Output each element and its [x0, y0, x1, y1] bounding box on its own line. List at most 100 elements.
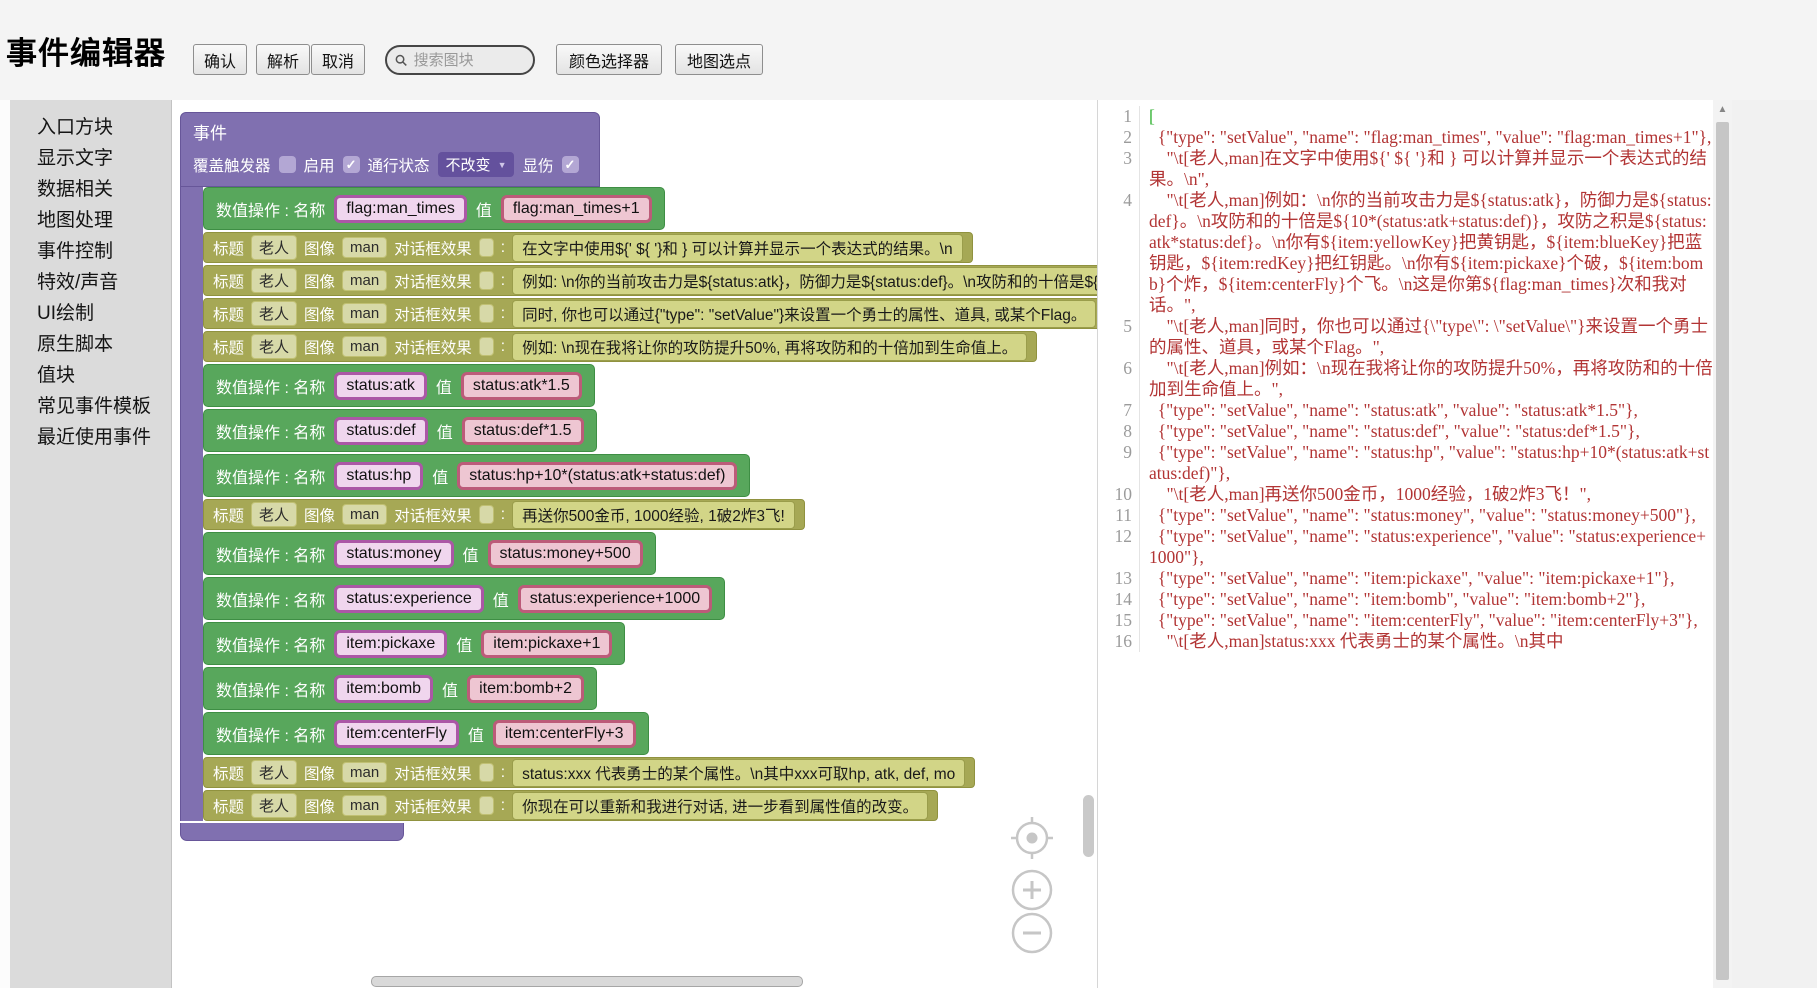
name-slot[interactable]: status:atk	[334, 372, 426, 400]
value-slot[interactable]: item:pickaxe+1	[481, 630, 612, 658]
dialog-text-field[interactable]: status:xxx 代表勇士的某个属性。\n其中xxx可取hp, atk, d…	[512, 759, 965, 787]
setvalue-block[interactable]: 数值操作 : 名称status:def值status:def*1.5	[203, 409, 597, 452]
dialog-text-field[interactable]: 同时, 你也可以通过{"type": "setValue"}来设置一个勇士的属性…	[512, 300, 1096, 328]
value-slot[interactable]: item:bomb+2	[467, 675, 584, 703]
dialog-text-field[interactable]: 在文字中使用${' ${ '}和 } 可以计算并显示一个表达式的结果。\n	[512, 234, 963, 262]
name-slot[interactable]: item:bomb	[334, 675, 433, 703]
color-picker-button[interactable]: 颜色选择器	[556, 44, 662, 75]
checkbox-checked[interactable]: ✓	[343, 156, 360, 173]
setvalue-block[interactable]: 数值操作 : 名称flag:man_times值flag:man_times+1	[203, 187, 665, 230]
code-line: 3 "\t[老人,man]在文字中使用${' ${ '}和 } 可以计算并显示一…	[1098, 148, 1713, 190]
dialog-image-chip[interactable]: man	[342, 303, 387, 324]
name-slot[interactable]: status:def	[334, 417, 427, 445]
dialog-title-chip[interactable]: 老人	[251, 502, 297, 527]
setvalue-block[interactable]: 数值操作 : 名称status:hp值status:hp+10*(status:…	[203, 454, 750, 497]
value-slot[interactable]: status:def*1.5	[462, 417, 584, 445]
dialog-block[interactable]: 标题老人图像man对话框效果:例如: \n现在我将让你的攻防提升50%, 再将攻…	[203, 331, 1037, 362]
sidebar-item[interactable]: 数据相关	[10, 174, 171, 205]
map-pick-button[interactable]: 地图选点	[675, 44, 763, 75]
setvalue-block[interactable]: 数值操作 : 名称item:bomb值item:bomb+2	[203, 667, 597, 710]
search-input[interactable]	[412, 51, 525, 70]
setvalue-block[interactable]: 数值操作 : 名称status:money值status:money+500	[203, 532, 656, 575]
dialog-title-chip[interactable]: 老人	[251, 793, 297, 818]
setvalue-block[interactable]: 数值操作 : 名称item:pickaxe值item:pickaxe+1	[203, 622, 625, 665]
workspace-horizontal-scrollbar[interactable]	[371, 976, 803, 987]
sidebar-item[interactable]: 事件控制	[10, 236, 171, 267]
dialog-effect-chip[interactable]	[479, 337, 494, 356]
zoom-out-button[interactable]	[1010, 911, 1054, 955]
dialog-title-chip[interactable]: 老人	[251, 235, 297, 260]
setvalue-block[interactable]: 数值操作 : 名称status:experience值status:experi…	[203, 577, 725, 620]
checkbox-checked[interactable]: ✓	[562, 156, 579, 173]
value-slot[interactable]: status:atk*1.5	[461, 372, 582, 400]
cancel-button[interactable]: 取消	[311, 44, 365, 75]
checkbox-unchecked[interactable]	[279, 156, 296, 173]
dialog-image-chip[interactable]: man	[342, 270, 387, 291]
dialog-effect-chip[interactable]	[479, 505, 494, 524]
sidebar-item[interactable]: 最近使用事件	[10, 422, 171, 453]
sidebar-item[interactable]: 常见事件模板	[10, 391, 171, 422]
sidebar-item[interactable]: 入口方块	[10, 112, 171, 143]
name-slot[interactable]: status:hp	[334, 462, 423, 490]
name-slot[interactable]: item:centerFly	[334, 720, 458, 748]
trigger-state-dropdown[interactable]: 不改变▼	[438, 152, 515, 177]
dialog-effect-chip[interactable]	[479, 796, 494, 815]
dialog-title-chip[interactable]: 老人	[251, 334, 297, 359]
setvalue-block[interactable]: 数值操作 : 名称status:atk值status:atk*1.5	[203, 364, 595, 407]
setvalue-block[interactable]: 数值操作 : 名称item:centerFly值item:centerFly+3	[203, 712, 649, 755]
dialog-title-chip[interactable]: 老人	[251, 268, 297, 293]
code-text: {"type": "setValue", "name": "status:exp…	[1140, 526, 1713, 568]
dialog-text-field[interactable]: 再送你500金币, 1000经验, 1破2炸3飞!	[512, 501, 795, 529]
sidebar-item[interactable]: 地图处理	[10, 205, 171, 236]
scroll-up-arrow-icon[interactable]: ▲	[1713, 100, 1732, 119]
value-slot[interactable]: status:money+500	[488, 540, 643, 568]
dialog-effect-chip[interactable]	[479, 238, 494, 257]
dialog-image-chip[interactable]: man	[342, 504, 387, 525]
parse-button[interactable]: 解析	[256, 44, 310, 75]
dialog-block[interactable]: 标题老人图像man对话框效果:在文字中使用${' ${ '}和 } 可以计算并显…	[203, 232, 973, 263]
dialog-effect-chip[interactable]	[479, 271, 494, 290]
dialog-block[interactable]: 标题老人图像man对话框效果:你现在可以重新和我进行对话, 进一步看到属性值的改…	[203, 790, 938, 821]
sidebar-item[interactable]: 值块	[10, 360, 171, 391]
sidebar-item[interactable]: 特效/声音	[10, 267, 171, 298]
zoom-reset-button[interactable]	[1010, 816, 1054, 860]
dialog-image-chip[interactable]: man	[342, 795, 387, 816]
sidebar-item[interactable]: 原生脚本	[10, 329, 171, 360]
dialog-effect-chip[interactable]	[479, 763, 494, 782]
code-scrollbar-thumb[interactable]	[1716, 122, 1729, 980]
dialog-block[interactable]: 标题老人图像man对话框效果:例如: \n你的当前攻击力是${status:at…	[203, 265, 1097, 296]
json-code-editor[interactable]: 1[2 {"type": "setValue", "name": "flag:m…	[1097, 100, 1713, 988]
workspace-vertical-scrollbar[interactable]	[1083, 795, 1094, 857]
dialog-title-chip[interactable]: 老人	[251, 760, 297, 785]
value-slot[interactable]: status:hp+10*(status:atk+status:def)	[457, 462, 737, 490]
sidebar-item[interactable]: 显示文字	[10, 143, 171, 174]
dialog-text-field[interactable]: 例如: \n现在我将让你的攻防提升50%, 再将攻防和的十倍加到生命值上。	[512, 333, 1027, 361]
name-slot[interactable]: status:experience	[334, 585, 483, 613]
name-slot[interactable]: item:pickaxe	[334, 630, 447, 658]
value-slot[interactable]: status:experience+1000	[518, 585, 712, 613]
dialog-text-field[interactable]: 你现在可以重新和我进行对话, 进一步看到属性值的改变。	[512, 792, 928, 820]
event-block[interactable]: 事件 覆盖触发器启用✓通行状态不改变▼显伤✓ 数值操作 : 名称flag:man…	[180, 112, 1097, 841]
sidebar-item[interactable]: UI绘制	[10, 298, 171, 329]
name-slot[interactable]: flag:man_times	[334, 195, 467, 223]
dialog-image-chip[interactable]: man	[342, 762, 387, 783]
dialog-image-chip[interactable]: man	[342, 336, 387, 357]
search-box[interactable]	[385, 45, 535, 75]
dialog-title-chip[interactable]: 老人	[251, 301, 297, 326]
dialog-block[interactable]: 标题老人图像man对话框效果:同时, 你也可以通过{"type": "setVa…	[203, 298, 1097, 329]
name-slot[interactable]: status:money	[334, 540, 453, 568]
event-block-header[interactable]: 事件 覆盖触发器启用✓通行状态不改变▼显伤✓	[180, 112, 600, 187]
dialog-text-field[interactable]: 例如: \n你的当前攻击力是${status:atk}，防御力是${status…	[512, 267, 1097, 295]
param-label: 通行状态	[368, 154, 430, 176]
zoom-in-button[interactable]	[1010, 868, 1054, 912]
line-number: 6	[1098, 358, 1140, 400]
code-scrollbar[interactable]: ▲	[1713, 100, 1732, 988]
dialog-image-chip[interactable]: man	[342, 237, 387, 258]
dialog-effect-chip[interactable]	[479, 304, 494, 323]
value-slot[interactable]: flag:man_times+1	[501, 195, 652, 223]
value-slot[interactable]: item:centerFly+3	[493, 720, 636, 748]
dialog-block[interactable]: 标题老人图像man对话框效果:status:xxx 代表勇士的某个属性。\n其中…	[203, 757, 975, 788]
dialog-block[interactable]: 标题老人图像man对话框效果:再送你500金币, 1000经验, 1破2炸3飞!	[203, 499, 805, 530]
confirm-button[interactable]: 确认	[193, 44, 247, 75]
block-workspace[interactable]: 事件 覆盖触发器启用✓通行状态不改变▼显伤✓ 数值操作 : 名称flag:man…	[172, 100, 1097, 988]
